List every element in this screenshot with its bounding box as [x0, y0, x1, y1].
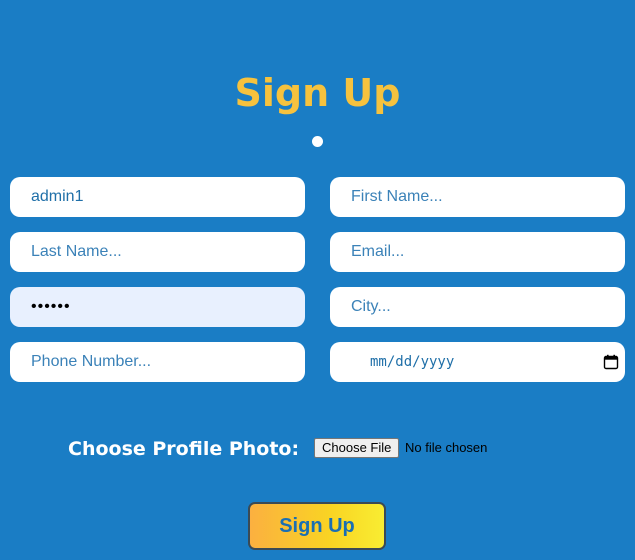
last-name-input[interactable]: Last Name... — [10, 232, 305, 272]
phone-placeholder: Phone Number... — [31, 353, 152, 370]
password-input[interactable]: •••••• — [10, 287, 305, 327]
email-placeholder: Email... — [351, 243, 405, 260]
file-status-text: No file chosen — [405, 440, 488, 455]
email-input[interactable]: Email... — [330, 232, 625, 272]
phone-input[interactable]: Phone Number... — [10, 342, 305, 382]
first-name-placeholder: First Name... — [351, 188, 443, 205]
calendar-icon[interactable] — [603, 354, 619, 370]
decorative-dot — [312, 136, 323, 147]
username-input[interactable]: admin1 — [10, 177, 305, 217]
birth-date-placeholder: mm/dd/yyyy — [370, 354, 455, 370]
last-name-placeholder: Last Name... — [31, 243, 122, 260]
birth-date-input[interactable]: mm/dd/yyyy — [330, 342, 625, 382]
sign-up-button-label: Sign Up — [279, 514, 355, 537]
choose-file-button[interactable]: Choose File — [314, 438, 400, 458]
first-name-input[interactable]: First Name... — [330, 177, 625, 217]
city-placeholder: City... — [351, 298, 391, 315]
profile-photo-label: Choose Profile Photo: — [68, 438, 300, 460]
username-value: admin1 — [31, 188, 84, 205]
page-title: Sign Up — [234, 71, 401, 115]
city-input[interactable]: City... — [330, 287, 625, 327]
sign-up-button[interactable]: Sign Up — [248, 502, 386, 550]
password-masked-value: •••••• — [31, 298, 71, 315]
